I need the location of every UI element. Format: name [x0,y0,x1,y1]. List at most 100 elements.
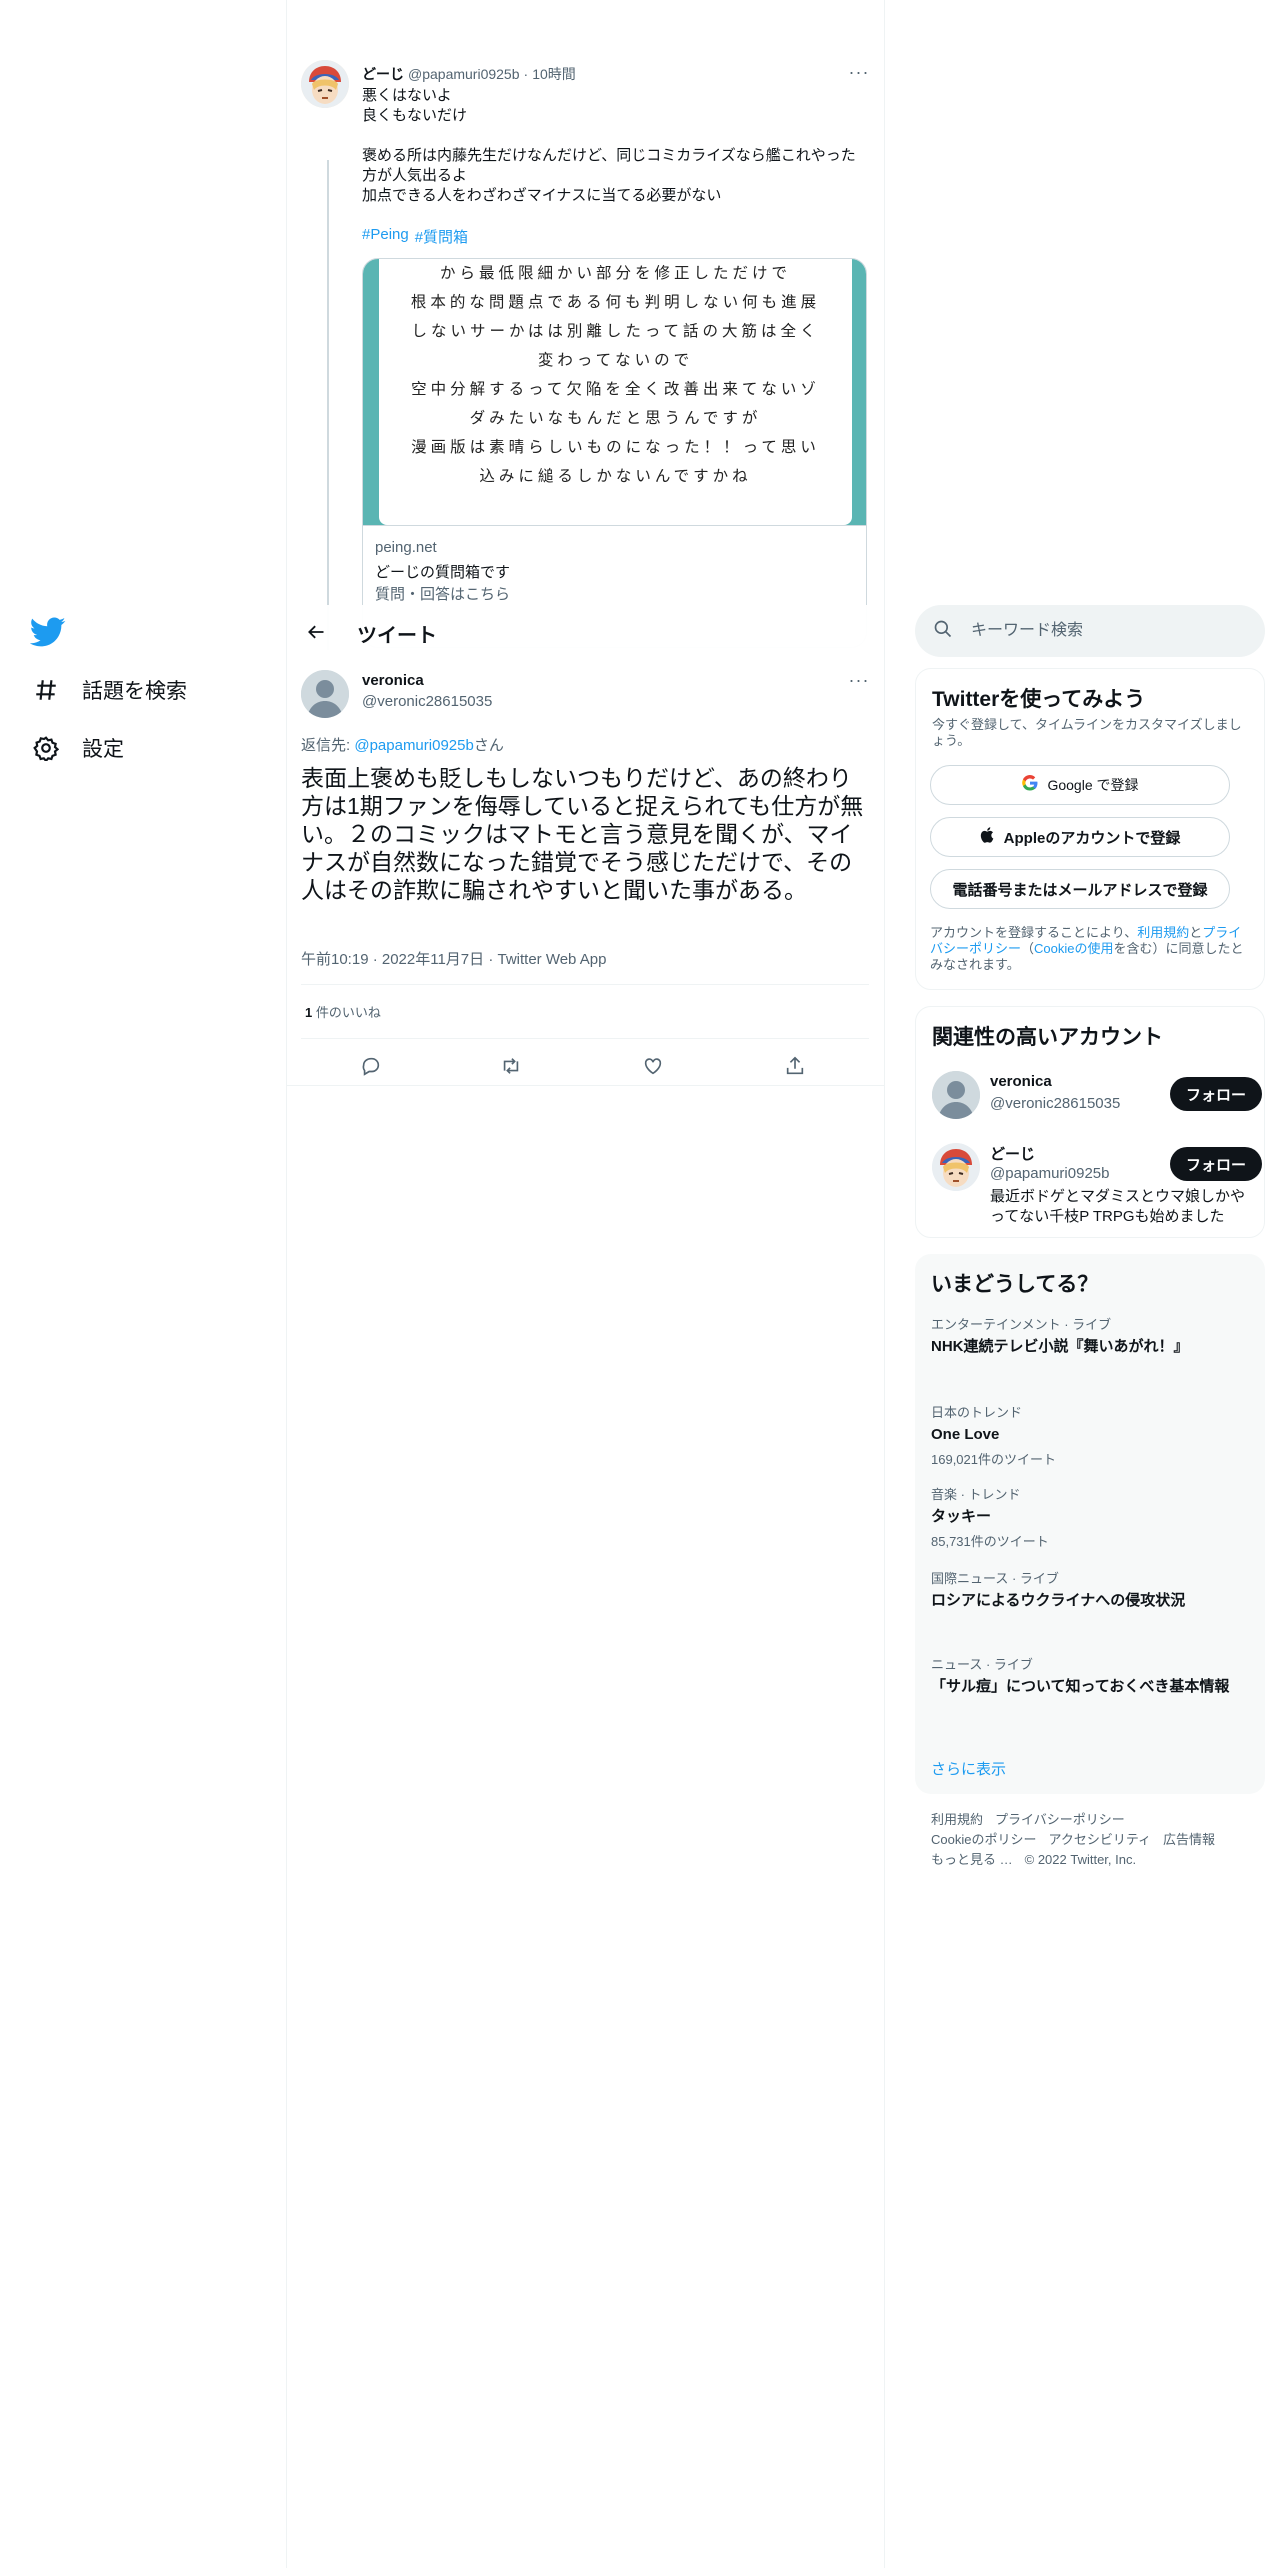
follow-button[interactable]: フォロー [1170,1147,1262,1181]
nav-settings[interactable]: 設定 [30,732,124,764]
show-more-link[interactable]: さらに表示 [931,1758,1006,1779]
card-image-line: しないサーかはは別離したって話の大筋は全く [411,322,820,340]
google-signup-label: Google で登録 [1047,777,1139,793]
tweet-line [362,126,862,146]
share-icon[interactable] [781,1052,809,1080]
separator-dot: · [523,66,529,82]
footer-link[interactable]: もっと見る … [931,1852,1013,1867]
account-bio: 最近ボドゲとマダミスとウマ娘しかやってない千枝P TRPGも始めました [990,1188,1246,1225]
retweet-icon[interactable] [497,1052,525,1080]
parent-tweet[interactable]: どーじ @papamuri0925b · 10時間 ··· 悪くはないよ 良くも… [287,40,884,650]
trend-item[interactable]: ニュース · ライブ 「サル痘」について知っておくべき基本情報 [931,1654,1231,1697]
apple-icon [980,826,996,848]
likes-label: 件のいいね [312,1005,381,1020]
apple-signup-button[interactable]: Appleのアカウントで登録 [930,817,1230,857]
author-name[interactable]: veronica [362,672,424,689]
tweet-time[interactable]: 10時間 [532,64,576,84]
legal-text: （ [1021,941,1035,956]
trend-topic: NHK連続テレビ小説『舞いあがれ！』 [931,1338,1189,1355]
footer-link[interactable]: 広告情報 [1163,1832,1215,1847]
page-header: ツイート [287,605,884,658]
thread-line [327,160,329,650]
trend-topic: One Love [931,1426,1000,1443]
card-image-line: から最低限細かい部分を修正しただけで [439,264,791,282]
tweet-line: 悪くはないよ [362,87,452,104]
signup-title: Twitterを使ってみよう [932,688,1146,711]
footer-link[interactable]: アクセシビリティ [1048,1832,1151,1847]
card-image-line: 空中分解するって欠陥を全く改善出来てないゾ [411,380,820,398]
like-heart-icon[interactable] [639,1052,667,1080]
reply-handle-link[interactable]: @papamuri0925b [354,737,473,754]
google-signup-button[interactable]: Google で登録 [930,765,1230,805]
relevant-title: 関連性の高いアカウント [932,1026,1163,1049]
copyright: © 2022 Twitter, Inc. [1024,1852,1137,1867]
main-column: どーじ @papamuri0925b · 10時間 ··· 悪くはないよ 良くも… [287,0,884,2568]
trend-item[interactable]: 日本のトレンド One Love 169,021件のツイート [931,1402,1231,1468]
tweet-line: 褒める所は内藤先生だけなんだけど、同じコミカライズなら艦これやった方が人気出るよ [362,147,856,184]
author-handle[interactable]: @papamuri0925b [408,66,520,82]
more-icon[interactable]: ··· [847,671,871,694]
hashtag-link[interactable]: #質問箱 [415,226,468,247]
likes-count[interactable]: 1 件のいいね [305,1002,381,1021]
back-arrow-icon[interactable] [301,617,331,647]
tweet-line: 良くもないだけ [362,107,468,124]
link-card[interactable]: から最低限細かい部分を修正しただけで 根本的な問題点である何も判明しない何も進展… [362,258,867,648]
tweet-header: どーじ @papamuri0925b · 10時間 [362,64,576,84]
reply-icon[interactable] [357,1052,385,1080]
card-image-line: 漫画版は素晴らしいものになった！！って思い [411,438,820,456]
tweet-timestamp[interactable]: 午前10:19 · 2022年11月7日 · Twitter Web App [301,948,606,969]
trend-item[interactable]: 国際ニュース · ライブ ロシアによるウクライナへの侵攻状況 [931,1568,1231,1611]
phone-email-signup-button[interactable]: 電話番号またはメールアドレスで登録 [930,869,1230,909]
footer: 利用規約 プライバシーポリシー Cookieのポリシー アクセシビリティ 広告情報 も… [931,1810,1261,1870]
twitter-logo-icon[interactable] [29,614,66,650]
nav-explore-label: 話題を検索 [82,680,187,703]
legal-text: アカウントを登録することにより、 [930,925,1138,940]
card-image-line: 根本的な問題点である何も判明しない何も進展 [410,293,821,311]
trend-topic: ロシアによるウクライナへの侵攻状況 [931,1592,1186,1609]
trend-category: 日本のトレンド [931,1405,1023,1420]
nav-settings-label: 設定 [82,738,124,761]
legal-text: と [1189,925,1203,940]
reply-to: 返信先: @papamuri0925bさん [301,734,504,755]
phone-email-signup-label: 電話番号またはメールアドレスで登録 [952,881,1208,899]
account-handle: @papamuri0925b [990,1165,1110,1182]
focus-tweet: veronica @veronic28615035 ··· 返信先: @papa… [287,658,884,1088]
tweet-text: 表面上褒めも貶しもしないつもりだけど、あの終わり方は1期ファンを侮辱していると捉… [301,765,864,903]
trend-category: ニュース · ライブ [931,1657,1033,1672]
avatar[interactable] [301,60,349,108]
trends-title: いまどうしてる？ [931,1273,1099,1296]
apple-signup-label: Appleのアカウントで登録 [1003,829,1181,847]
author-handle[interactable]: @veronic28615035 [362,693,492,710]
footer-link[interactable]: Cookieのポリシー [931,1832,1036,1847]
signup-panel: Twitterを使ってみよう 今すぐ登録して、タイムラインをカスタマイズしましょ… [915,668,1265,990]
gear-icon [30,732,62,764]
avatar[interactable] [932,1143,980,1191]
account-item[interactable]: どーじ @papamuri0925b 最近ボドゲとマダミスとウマ娘しかやってない… [932,1139,1262,1235]
nav-explore[interactable]: 話題を検索 [30,674,187,706]
trend-item[interactable]: エンターテインメント · ライブ NHK連続テレビ小説『舞いあがれ！』 [931,1314,1231,1357]
right-sidebar: Twitterを使ってみよう 今すぐ登録して、タイムラインをカスタマイズしましょ… [885,0,1284,2568]
footer-link[interactable]: 利用規約 [931,1812,983,1827]
reply-suffix: さん [473,737,504,754]
card-image-line: ダみたいなもんだと思うんですが [469,409,762,427]
author-name[interactable]: どーじ [362,64,404,84]
search-icon [933,619,955,641]
avatar[interactable] [932,1071,980,1119]
hashtag-link[interactable]: #Peing [362,226,409,247]
cookie-link[interactable]: Cookieの使用 [1034,941,1113,956]
account-item[interactable]: veronica @veronic28615035 フォロー [932,1067,1262,1127]
search-input[interactable] [971,605,1251,657]
more-icon[interactable]: ··· [847,63,871,86]
page-title: ツイート [357,625,437,647]
avatar[interactable] [301,670,349,718]
hashtags: #Peing #質問箱 [362,226,468,247]
card-divider [363,525,866,526]
terms-link[interactable]: 利用規約 [1137,925,1189,940]
footer-link[interactable]: プライバシーポリシー [995,1812,1125,1827]
relevant-accounts-panel: 関連性の高いアカウント veronica @veronic28615035 フォ… [915,1006,1265,1238]
trend-category: 音楽 · トレンド [931,1487,1021,1502]
trend-item[interactable]: 音楽 · トレンド タッキー 85,731件のツイート [931,1484,1231,1550]
account-name: どーじ [990,1146,1036,1163]
follow-button[interactable]: フォロー [1170,1077,1262,1111]
search-bar[interactable] [915,605,1265,657]
